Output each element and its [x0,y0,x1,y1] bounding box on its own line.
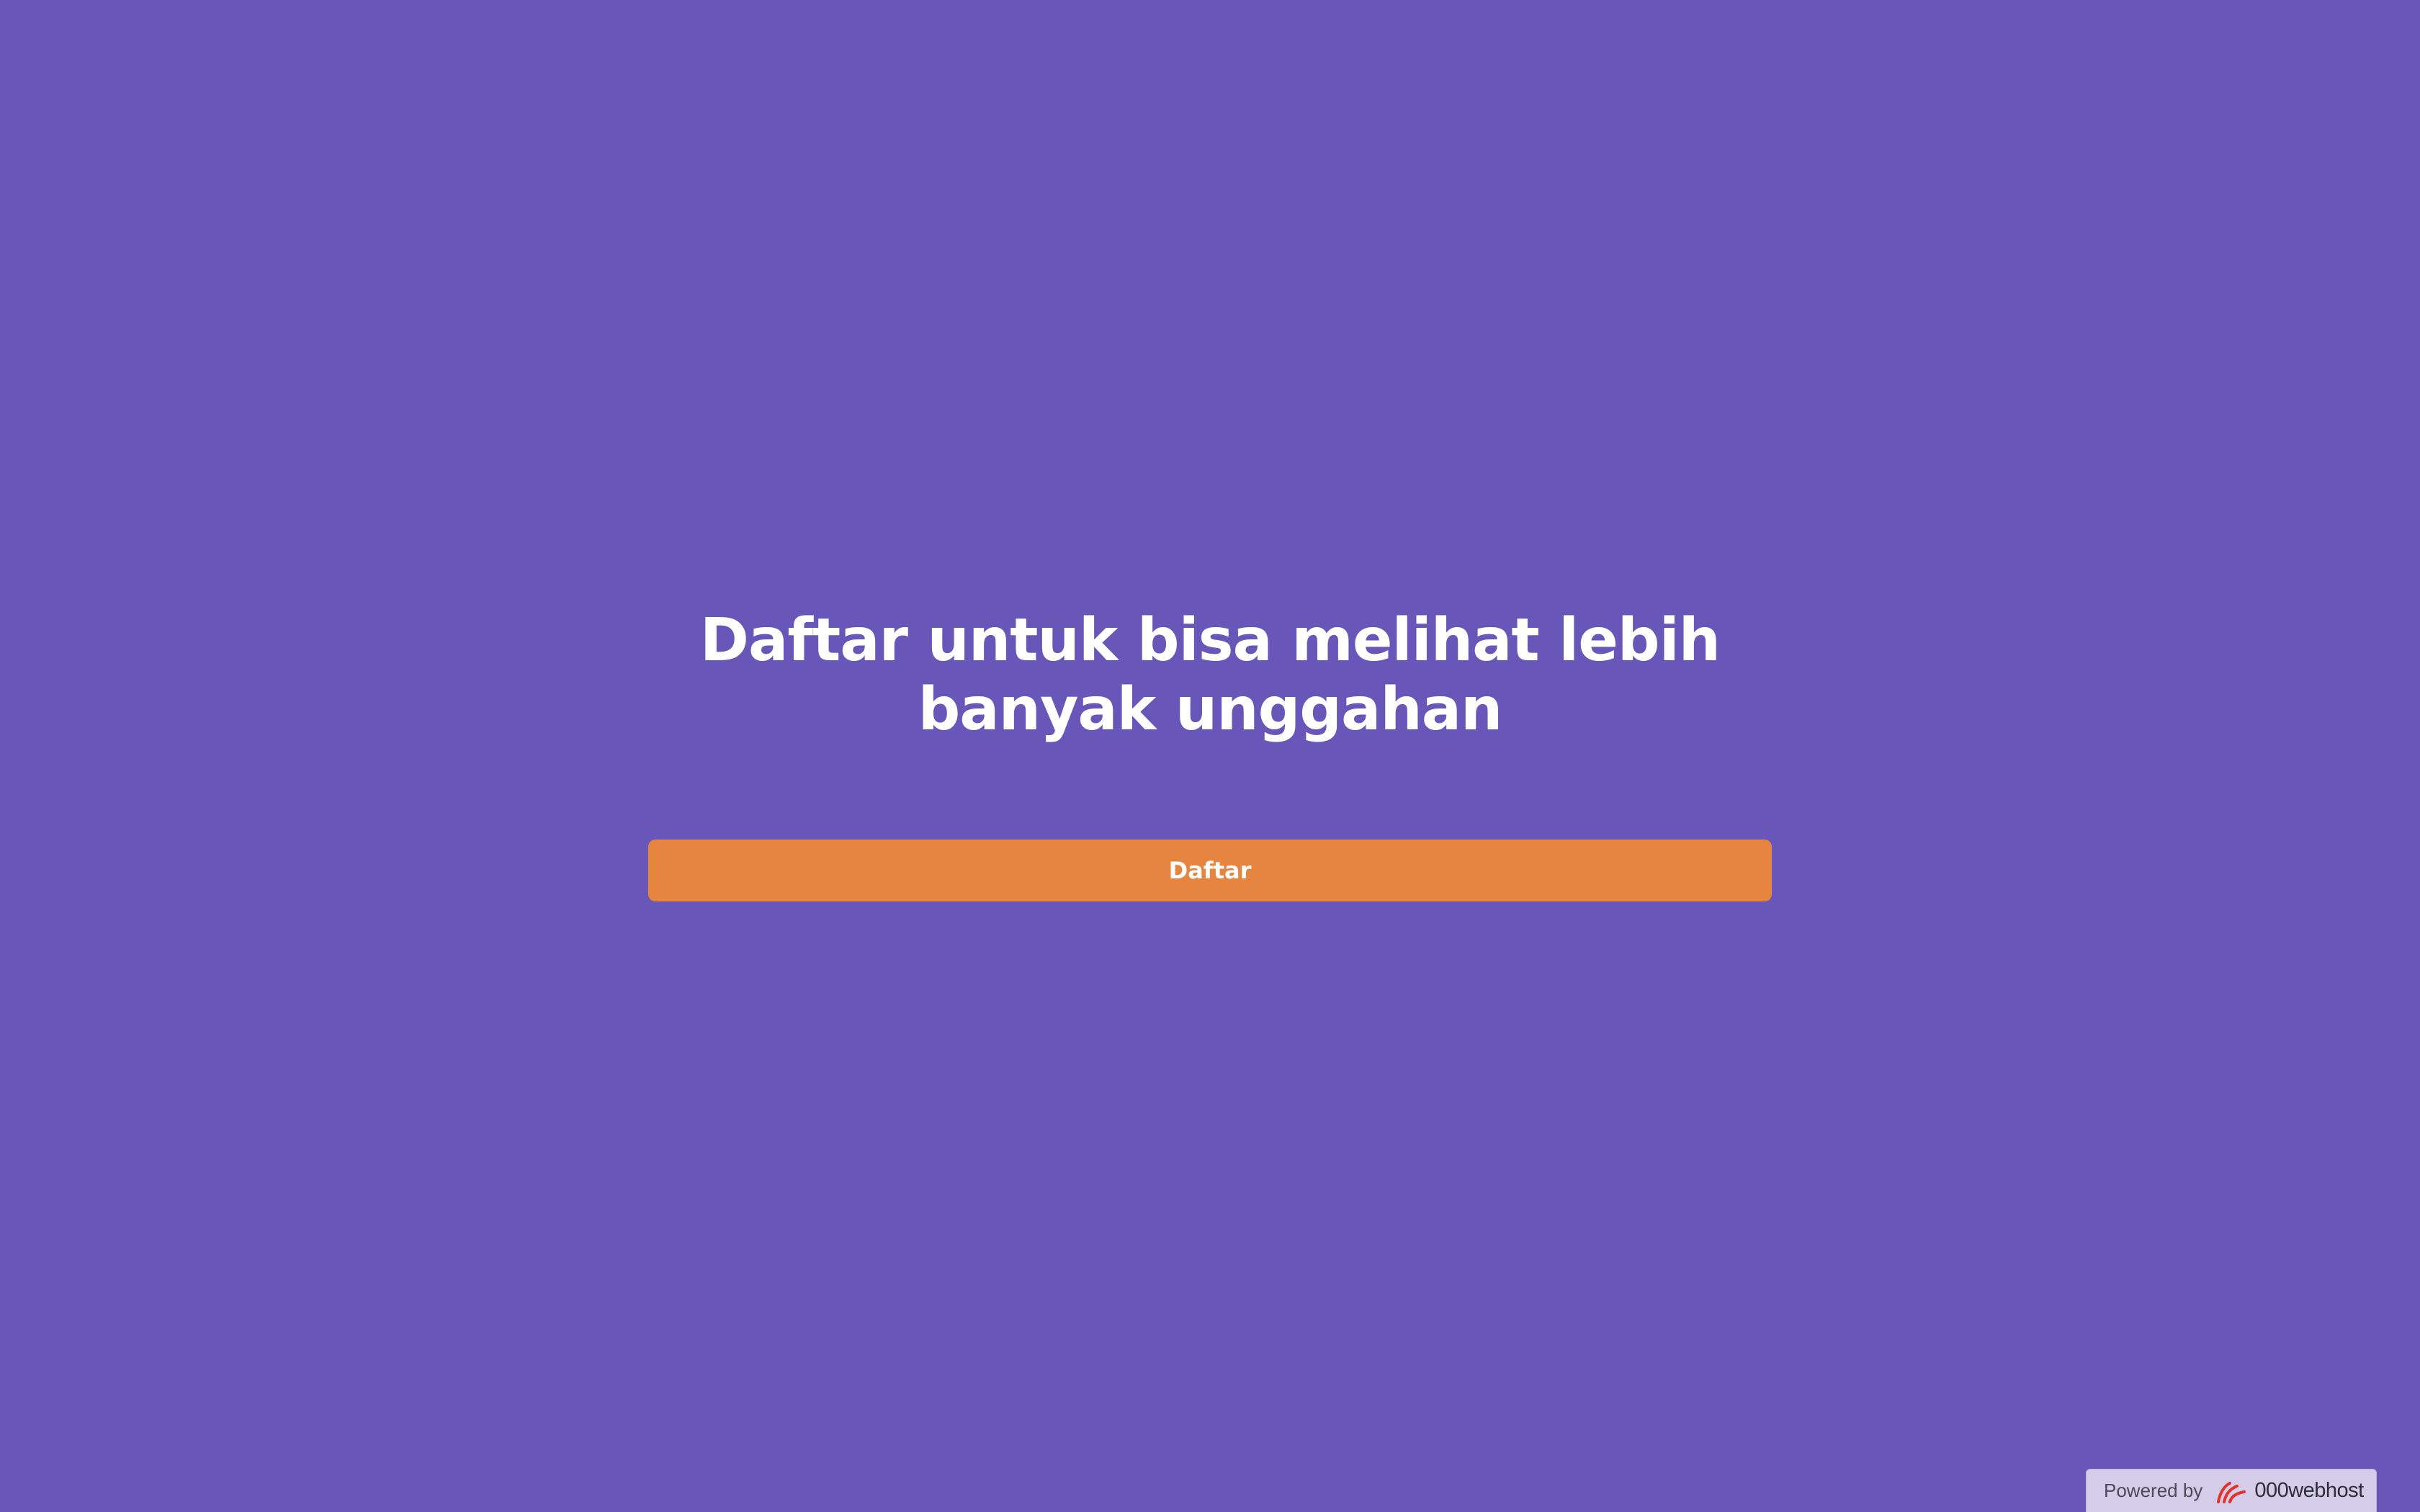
register-button[interactable]: Daftar [648,840,1772,901]
000webhost-logo-icon [2214,1477,2249,1505]
headline-line-2: banyak unggahan [918,675,1503,744]
powered-by-label: Powered by [2104,1480,2203,1501]
powered-by-badge[interactable]: Powered by 000webhost [2086,1469,2377,1512]
brand-name: 000webhost [2254,1479,2364,1502]
page-headline: Daftar untuk bisa melihat lebih banyak u… [0,606,2420,744]
headline-line-1: Daftar untuk bisa melihat lebih [699,606,1721,675]
